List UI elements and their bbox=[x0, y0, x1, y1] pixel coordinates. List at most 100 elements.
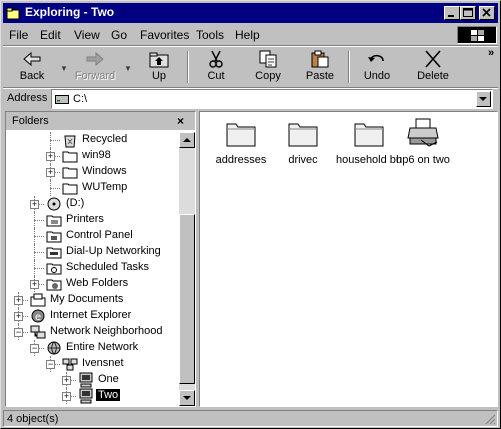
hard-drive-icon bbox=[55, 95, 69, 104]
tree-node[interactable]: + e Internet Explorer bbox=[6, 308, 178, 324]
tree-node[interactable]: + (D:) bbox=[6, 196, 178, 212]
tree-node[interactable]: WUTemp bbox=[6, 180, 178, 196]
tree-node[interactable]: − Network Neighborhood bbox=[6, 324, 178, 340]
tree-expand-icon[interactable]: + bbox=[62, 392, 71, 401]
tree-node-label: Entire Network bbox=[66, 341, 139, 353]
menu-edit[interactable]: Edit bbox=[40, 28, 61, 42]
control-panel-icon bbox=[46, 228, 62, 244]
toolbar: Back ▼ Forward ▼ Up Cut Copy Paste Undo … bbox=[3, 47, 498, 87]
folder-icon bbox=[287, 118, 319, 148]
scroll-up-arrow-icon bbox=[183, 138, 191, 142]
tree-node-label: Dial-Up Networking bbox=[66, 245, 161, 257]
printer-item[interactable]: hp6 on two bbox=[390, 118, 456, 170]
maximize-icon bbox=[463, 8, 473, 17]
tree-expand-icon[interactable]: + bbox=[30, 280, 39, 289]
menu-tools[interactable]: Tools bbox=[196, 28, 224, 42]
file-item-label: hp6 on two bbox=[396, 154, 450, 166]
tree-expand-icon[interactable]: + bbox=[46, 168, 55, 177]
tree-collapse-icon[interactable]: − bbox=[14, 328, 23, 337]
maximize-button[interactable] bbox=[460, 6, 476, 20]
copy-label: Copy bbox=[255, 70, 281, 82]
tree-node-label: Ivensnet bbox=[82, 357, 124, 369]
cut-button[interactable]: Cut bbox=[191, 47, 241, 87]
minimize-button[interactable] bbox=[444, 6, 460, 20]
menu-file[interactable]: File bbox=[9, 28, 28, 42]
tree-node-label: (D:) bbox=[66, 197, 85, 209]
menu-view[interactable]: View bbox=[74, 28, 100, 42]
menu-help[interactable]: Help bbox=[235, 28, 260, 42]
tree-expand-icon[interactable]: + bbox=[62, 376, 71, 385]
recycle-bin-icon bbox=[62, 132, 78, 148]
tree-node-label: Internet Explorer bbox=[50, 309, 132, 321]
tree-node[interactable]: Scheduled Tasks bbox=[6, 260, 178, 276]
folder-item[interactable]: drivec bbox=[270, 118, 336, 170]
up-button[interactable]: Up bbox=[134, 47, 184, 87]
tree-expand-icon[interactable]: + bbox=[46, 152, 55, 161]
svg-text:e: e bbox=[35, 312, 41, 323]
tree-node[interactable]: + win98 bbox=[6, 148, 178, 164]
close-button[interactable] bbox=[479, 6, 495, 20]
minimize-icon bbox=[448, 15, 454, 17]
resize-grip-icon[interactable] bbox=[484, 413, 496, 425]
delete-button[interactable]: Delete bbox=[408, 47, 458, 87]
folders-pane-close-icon[interactable]: × bbox=[177, 114, 184, 128]
menu-favorites[interactable]: Favorites bbox=[140, 28, 189, 42]
web-folders-icon bbox=[46, 276, 62, 292]
scissors-icon bbox=[209, 50, 223, 68]
tree-node[interactable]: + Two bbox=[6, 388, 178, 404]
title-bar[interactable]: Exploring - Two bbox=[3, 3, 498, 23]
forward-dropdown-icon[interactable]: ▼ bbox=[124, 64, 132, 73]
tree-node[interactable]: Control Panel bbox=[6, 228, 178, 244]
folder-icon bbox=[225, 118, 257, 148]
toolbar-more-chevron[interactable]: » bbox=[488, 47, 494, 59]
tree-expand-icon[interactable]: + bbox=[14, 312, 23, 321]
tree-node[interactable]: + Web Folders bbox=[6, 276, 178, 292]
scroll-down-button[interactable] bbox=[179, 390, 195, 406]
back-button[interactable]: Back bbox=[7, 47, 57, 87]
tree-node-label: WUTemp bbox=[82, 181, 128, 193]
my-documents-icon bbox=[30, 292, 46, 308]
tree-expand-icon[interactable]: + bbox=[14, 296, 23, 305]
tree-collapse-icon[interactable]: − bbox=[30, 344, 39, 353]
address-input[interactable]: C:\ bbox=[51, 89, 493, 109]
folder-tree-scrollbar[interactable] bbox=[179, 132, 195, 406]
tree-connector-line bbox=[34, 236, 44, 237]
tree-node[interactable]: − Entire Network bbox=[6, 340, 178, 356]
tree-node[interactable]: Printers bbox=[6, 212, 178, 228]
tree-node[interactable]: Recycled bbox=[6, 132, 178, 148]
tree-node[interactable]: − Ivensnet bbox=[6, 356, 178, 372]
menu-go[interactable]: Go bbox=[111, 28, 127, 42]
chevron-down-icon bbox=[479, 97, 487, 101]
tree-node[interactable]: Dial-Up Networking bbox=[6, 244, 178, 260]
address-dropdown-button[interactable] bbox=[476, 91, 491, 107]
tree-node-label: Printers bbox=[66, 213, 104, 225]
scroll-up-button[interactable] bbox=[179, 132, 195, 148]
paste-button[interactable]: Paste bbox=[295, 47, 345, 87]
globe-icon bbox=[46, 340, 62, 356]
delete-x-icon bbox=[425, 50, 441, 68]
windows-logo bbox=[457, 26, 497, 44]
explorer-app-icon bbox=[6, 7, 20, 20]
tree-node[interactable]: + My Documents bbox=[6, 292, 178, 308]
toolbar-divider bbox=[348, 51, 350, 83]
address-bar: Address C:\ bbox=[3, 89, 498, 109]
undo-label: Undo bbox=[363, 70, 391, 82]
back-arrow-icon bbox=[23, 51, 41, 67]
printers-icon bbox=[46, 212, 62, 228]
tree-collapse-icon[interactable]: − bbox=[46, 360, 55, 369]
scroll-thumb[interactable] bbox=[179, 214, 195, 384]
back-dropdown-icon[interactable]: ▼ bbox=[60, 64, 68, 73]
copy-button[interactable]: Copy bbox=[243, 47, 293, 87]
tree-node[interactable]: + One bbox=[6, 372, 178, 388]
tree-connector-line bbox=[50, 188, 60, 189]
network-icon bbox=[30, 324, 46, 340]
undo-button[interactable]: Undo bbox=[352, 47, 402, 87]
internet-explorer-icon: e bbox=[30, 308, 46, 324]
address-value: C:\ bbox=[73, 93, 88, 105]
forward-button[interactable]: Forward bbox=[70, 47, 120, 87]
tree-node[interactable]: + Windows bbox=[6, 164, 178, 180]
dialup-icon bbox=[46, 244, 62, 260]
paste-icon bbox=[311, 50, 329, 68]
tree-node-label: Two bbox=[96, 389, 121, 401]
tree-expand-icon[interactable]: + bbox=[30, 200, 39, 209]
